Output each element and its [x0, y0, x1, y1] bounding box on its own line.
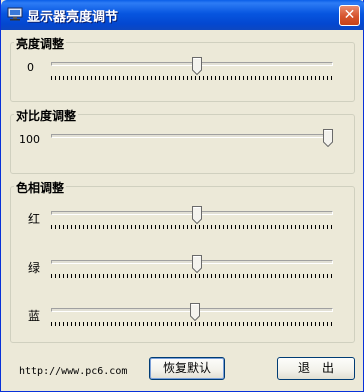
window-title: 显示器亮度调节 [27, 10, 119, 25]
contrast-value-label: 100 [19, 133, 40, 146]
website-url: http://www.pc6.com [19, 366, 128, 377]
brightness-slider-thumb[interactable] [192, 57, 203, 75]
brightness-slider[interactable] [51, 57, 333, 81]
close-icon: ✕ [343, 7, 356, 23]
hue-green-slider-thumb[interactable] [192, 255, 203, 273]
contrast-slider-thumb[interactable] [323, 129, 333, 147]
hue-group-title: 色相调整 [14, 179, 67, 196]
close-button[interactable]: ✕ [339, 5, 360, 26]
hue-blue-slider-ticks [51, 322, 333, 326]
title-bar[interactable]: 显示器亮度调节 ✕ [1, 0, 364, 30]
hue-green-slider-ticks [51, 274, 333, 278]
brightness-group-title: 亮度调整 [14, 35, 67, 52]
contrast-group-title: 对比度调整 [14, 107, 79, 124]
hue-green-slider[interactable] [51, 255, 333, 279]
hue-blue-slider[interactable] [51, 303, 333, 327]
hue-red-slider-thumb[interactable] [192, 206, 203, 224]
monitor-icon [7, 7, 23, 21]
contrast-slider-track [51, 134, 333, 138]
hue-red-slider[interactable] [51, 206, 333, 230]
hue-red-slider-ticks [51, 225, 333, 229]
hue-blue-label: 蓝 [28, 309, 41, 323]
brightness-value-label: 0 [27, 61, 34, 74]
contrast-slider[interactable] [51, 129, 333, 153]
exit-button[interactable]: 退 出 [277, 357, 355, 380]
app-window: 显示器亮度调节 ✕ 亮度调整 0 对比度调整 100 色相调整 红 绿 蓝 ht… [0, 0, 364, 392]
restore-default-button[interactable]: 恢复默认 [149, 357, 225, 380]
hue-blue-slider-thumb[interactable] [189, 303, 200, 321]
brightness-slider-ticks [51, 76, 333, 80]
hue-red-label: 红 [28, 212, 41, 226]
hue-green-label: 绿 [28, 261, 41, 275]
